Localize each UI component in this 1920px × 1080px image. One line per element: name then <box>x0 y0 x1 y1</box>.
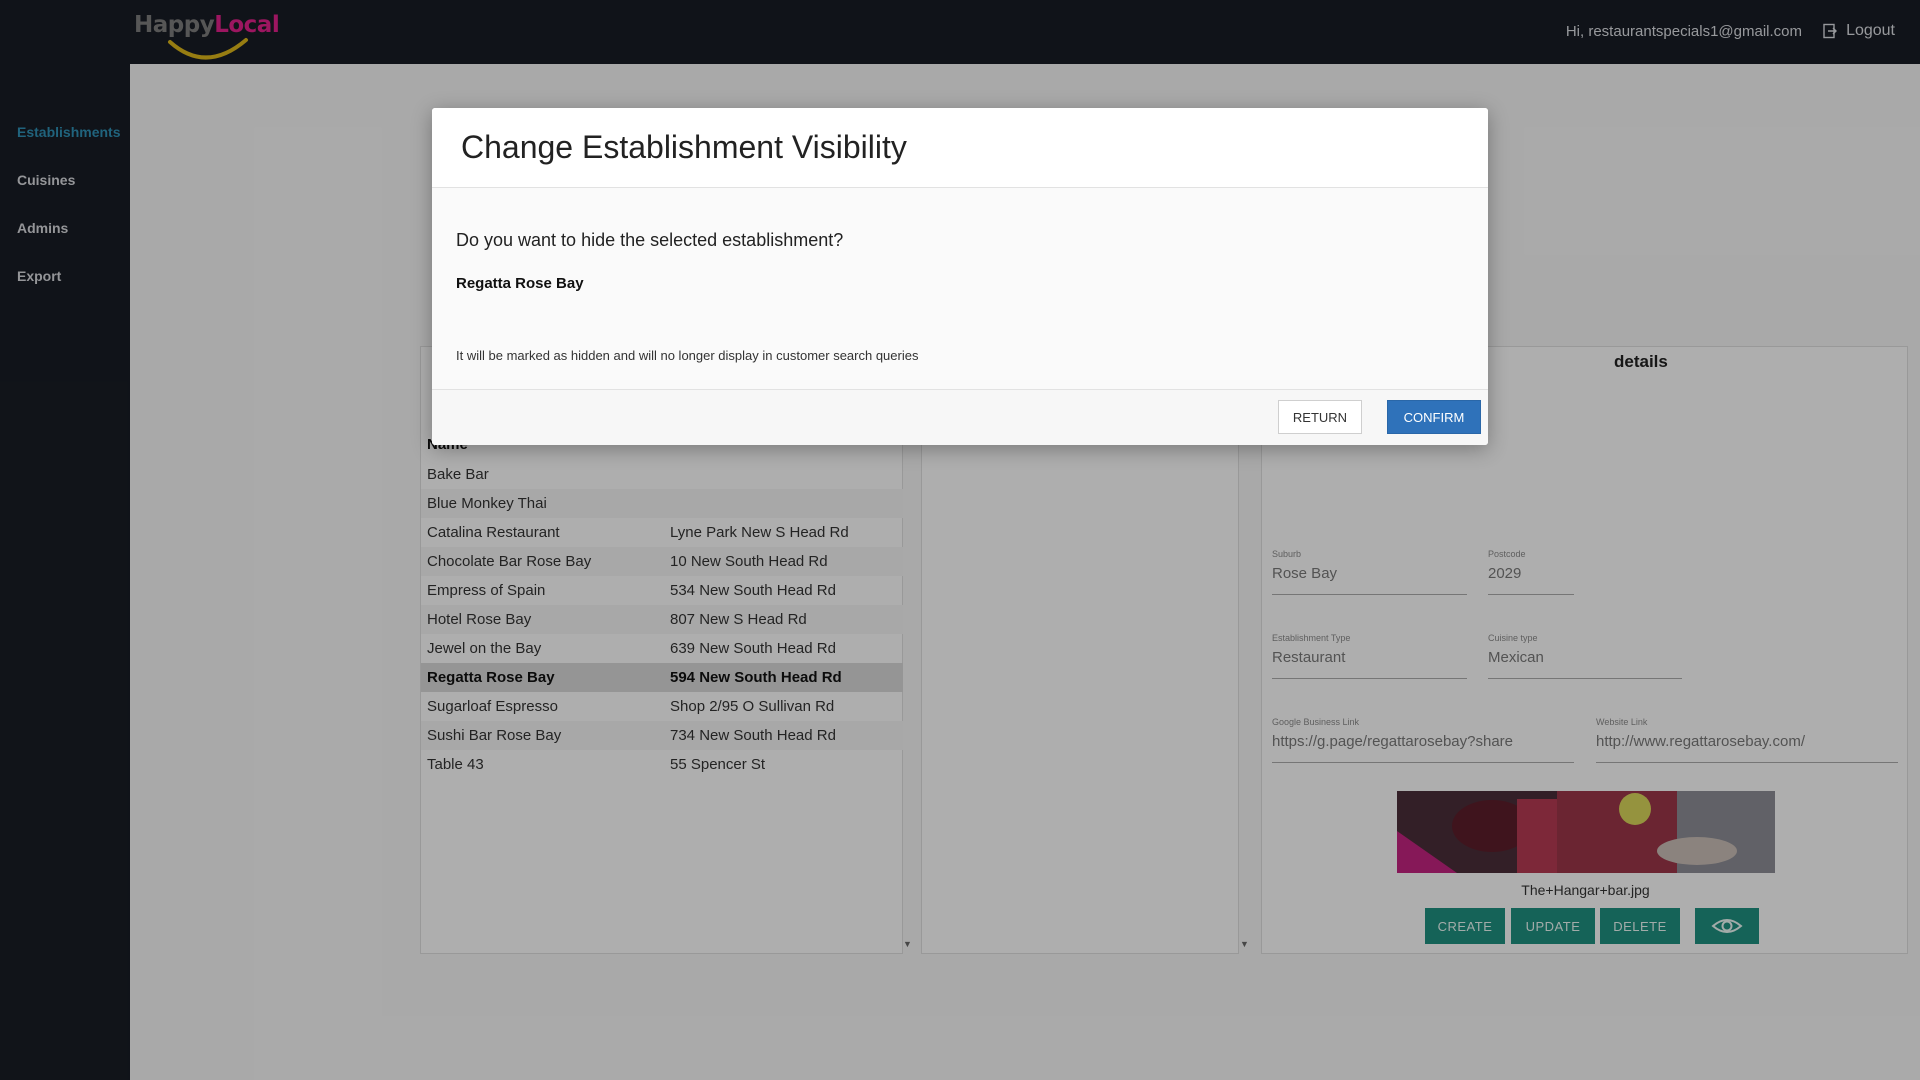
modal-footer: RETURN CONFIRM <box>432 389 1488 445</box>
modal-question: Do you want to hide the selected establi… <box>456 230 844 250</box>
return-button[interactable]: RETURN <box>1278 400 1362 434</box>
modal-establishment-name: Regatta Rose Bay <box>456 275 584 292</box>
modal-title: Change Establishment Visibility <box>461 129 907 165</box>
modal-header: Change Establishment Visibility <box>432 108 1488 188</box>
confirm-button[interactable]: CONFIRM <box>1387 400 1481 434</box>
visibility-modal: Change Establishment Visibility Do you w… <box>432 108 1488 445</box>
modal-note: It will be marked as hidden and will no … <box>456 348 919 363</box>
